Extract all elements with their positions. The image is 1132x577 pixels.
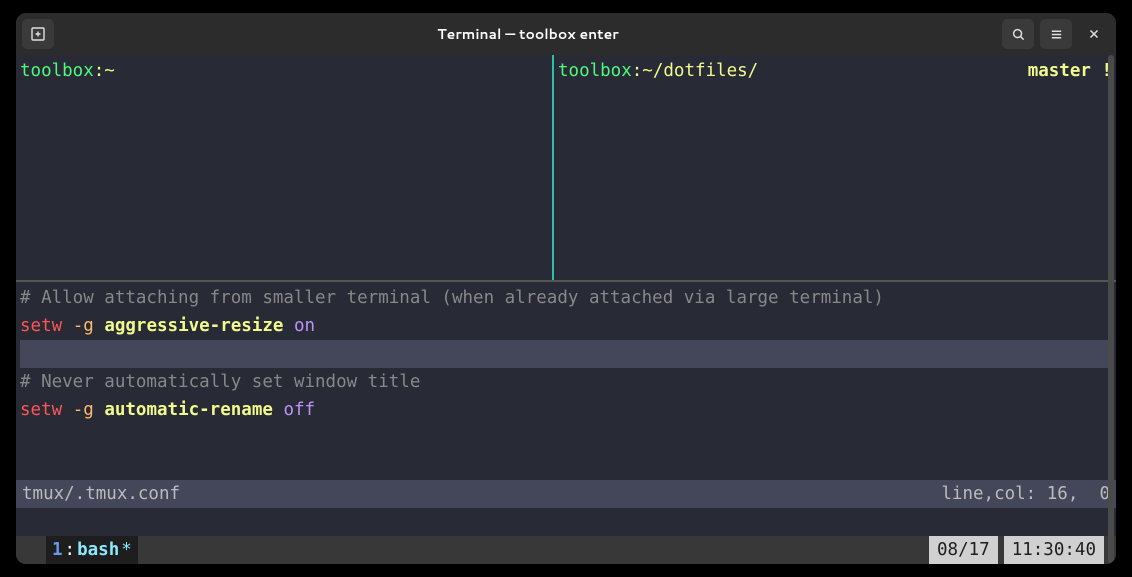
tmux-spacer [16, 536, 46, 564]
tmux-date: 08/17 [929, 536, 998, 564]
scrollbar-thumb[interactable] [1108, 55, 1114, 564]
editor-line: # Allow attaching from smaller terminal … [20, 284, 1112, 312]
titlebar-right [1002, 19, 1110, 49]
prompt-path: :~/dotfiles/ [632, 61, 758, 81]
plus-tab-icon [30, 26, 46, 42]
prompt-right: toolbox:~/dotfiles/ [558, 57, 758, 278]
tmux-tab-sep: : [65, 536, 76, 564]
new-tab-button[interactable] [22, 19, 54, 49]
status-filename: tmux/.tmux.conf [22, 480, 180, 508]
editor-line: setw -g automatic-rename off [20, 396, 1112, 424]
close-icon [1087, 27, 1101, 41]
tmux-tab-index: 1 [52, 536, 63, 564]
search-button[interactable] [1002, 19, 1034, 49]
git-branch: master [1028, 61, 1091, 81]
tmux-status-right: 08/17 11:30:40 [929, 536, 1104, 564]
pane-left[interactable]: toolbox:~ [16, 55, 554, 280]
editor-active-line [20, 340, 1112, 368]
pane-bottom[interactable]: # Allow attaching from smaller terminal … [16, 282, 1116, 536]
git-status: master ! [1028, 57, 1112, 278]
tmux-statusbar: 1:bash* 08/17 11:30:40 [16, 536, 1116, 564]
search-icon [1011, 27, 1026, 42]
tmux-tab-marker: * [121, 536, 132, 564]
editor-content[interactable]: # Allow attaching from smaller terminal … [16, 282, 1116, 480]
prompt-host: toolbox [20, 61, 94, 81]
tmux-time: 11:30:40 [1004, 536, 1104, 564]
status-position: line,col: 16, 0 [941, 480, 1110, 508]
tmux-window-tab[interactable]: 1:bash* [46, 536, 138, 564]
editor-line: # Never automatically set window title [20, 368, 1112, 396]
top-panes: toolbox:~ toolbox:~/dotfiles/ master ! [16, 55, 1116, 280]
editor-statusline: tmux/.tmux.conf line,col: 16, 0 [16, 480, 1116, 508]
prompt-path: :~ [94, 61, 115, 81]
close-button[interactable] [1078, 19, 1110, 49]
pane-right[interactable]: toolbox:~/dotfiles/ master ! [554, 55, 1116, 280]
editor-commandline[interactable] [16, 508, 1116, 536]
hamburger-icon [1049, 27, 1064, 42]
prompt-host: toolbox [558, 61, 632, 81]
terminal-area[interactable]: toolbox:~ toolbox:~/dotfiles/ master ! #… [16, 55, 1116, 564]
tmux-tab-name: bash [77, 536, 119, 564]
titlebar: Terminal — toolbox enter [16, 13, 1116, 55]
terminal-window: Terminal — toolbox enter [16, 13, 1116, 564]
scrollbar[interactable] [1104, 55, 1116, 564]
menu-button[interactable] [1040, 19, 1072, 49]
tmux-status-left: 1:bash* [16, 536, 138, 564]
window-title: Terminal — toolbox enter [60, 24, 996, 44]
editor-line: setw -g aggressive-resize on [20, 312, 1112, 340]
